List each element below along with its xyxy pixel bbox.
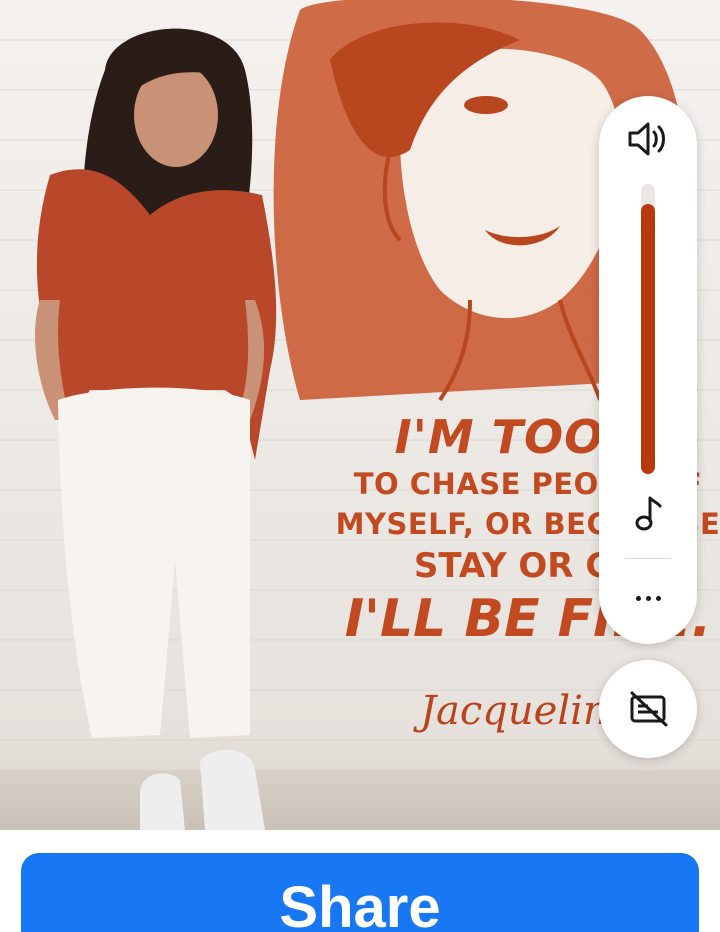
- volume-slider[interactable]: [641, 184, 655, 474]
- captions-button[interactable]: [599, 660, 697, 758]
- screen: I'M TOO O TO CHASE PEOPLE, F MYSELF, OR …: [0, 0, 720, 932]
- more-options-icon[interactable]: [628, 578, 668, 618]
- volume-slider-fill: [641, 204, 655, 474]
- speaker-icon[interactable]: [626, 120, 670, 158]
- volume-panel-divider: [625, 558, 671, 559]
- more-dot: [645, 595, 651, 601]
- woman-figure: [35, 28, 277, 830]
- volume-panel: [599, 96, 697, 644]
- captions-off-icon: [630, 691, 668, 727]
- more-dot: [635, 595, 641, 601]
- music-note-icon[interactable]: [630, 494, 666, 534]
- more-dot: [655, 595, 661, 601]
- share-button[interactable]: Share: [21, 853, 699, 932]
